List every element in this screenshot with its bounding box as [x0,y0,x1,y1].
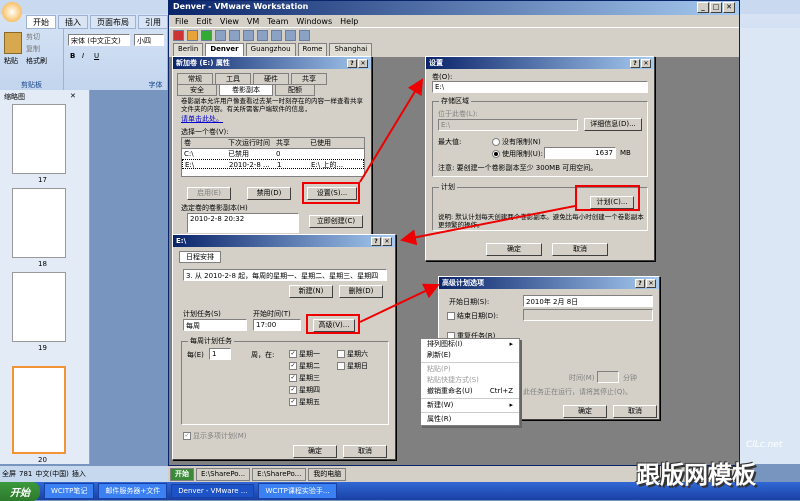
vm-taskbar-item[interactable]: E:\SharePo... [252,467,307,481]
vm-taskbar-item[interactable]: E:\SharePo... [196,467,251,481]
taskbar-item[interactable]: WCITP课程实验手... [258,483,337,499]
fullscreen-button[interactable]: 全屏 [2,469,16,479]
vm-start-button[interactable]: 开始 [170,467,194,481]
insert-mode[interactable]: 插入 [72,469,86,479]
arrow-settings-to-dialog [359,78,424,183]
start-button[interactable]: 开始 [0,481,40,501]
taskbar-item-active[interactable]: Denver - VMware ... [171,484,255,498]
vm-taskbar-item[interactable]: 我的电脑 [308,467,347,481]
watermark-url: ClLc.net [746,440,783,450]
arrow-schedule-to-dialog [400,205,576,246]
arrow-advanced-to-dialog [359,283,440,323]
watermark-logo: 跟版网模板 [636,461,756,489]
language-indicator[interactable]: 中文(中国) [35,469,68,479]
taskbar-item[interactable]: WCITP笔记 [44,483,95,499]
word-status-bar: 全屏 781 中文(中国) 插入 [0,466,168,482]
annotation-arrows [359,78,576,323]
taskbar-item[interactable]: 邮件服务器+文件 [98,483,168,499]
word-count: 781 [19,470,33,478]
